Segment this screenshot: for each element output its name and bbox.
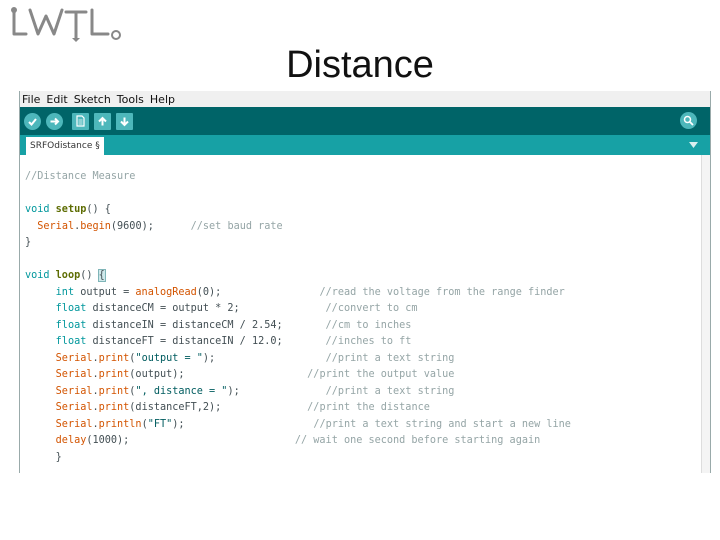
vertical-scrollbar[interactable] — [701, 155, 710, 473]
new-button[interactable] — [72, 112, 89, 130]
menu-edit[interactable]: Edit — [46, 93, 67, 106]
toolbar — [20, 107, 710, 135]
menu-bar: File Edit Sketch Tools Help — [20, 91, 710, 107]
code-line: Serial.begin(9600); //set baud rate — [37, 220, 283, 232]
open-button[interactable] — [94, 112, 111, 130]
tab-bar: SRFOdistance § — [20, 135, 710, 155]
code-line: } — [25, 451, 62, 463]
code-line: delay(1000); // wait one second before s… — [55, 435, 541, 446]
serial-monitor-icon — [683, 115, 694, 126]
menu-tools[interactable]: Tools — [117, 93, 144, 106]
lwtl-logo — [11, 7, 121, 42]
save-button[interactable] — [116, 112, 133, 130]
verify-button[interactable] — [24, 112, 41, 130]
text-cursor: { — [97, 269, 106, 282]
new-icon — [76, 115, 85, 127]
code-line: Serial.print(distanceFT,2); //print the … — [55, 402, 430, 413]
slide-title: Distance — [286, 44, 434, 86]
menu-help[interactable]: Help — [150, 93, 175, 106]
upload-icon — [50, 117, 60, 125]
code-line: float distanceCM = output * 2; //convert… — [55, 303, 418, 314]
upload-button[interactable] — [46, 112, 63, 130]
code-line: Serial.print(", distance = "); //print a… — [55, 385, 455, 397]
code-line: float distanceIN = distanceCM / 2.54; //… — [55, 319, 412, 331]
logo-dot — [11, 7, 17, 13]
code-line: void setup() { — [25, 204, 111, 215]
tab-sketch[interactable]: SRFOdistance § — [26, 137, 104, 155]
code-line: int output = analogRead(0); //read the v… — [55, 286, 565, 298]
tab-menu-button[interactable] — [687, 139, 700, 151]
code-line: float distanceFT = distanceIN / 12.0; //… — [55, 336, 412, 347]
code-text: //Distance Measure void setup() { Serial… — [25, 169, 571, 466]
tab-menu-icon — [689, 142, 698, 148]
save-icon — [120, 117, 129, 126]
serial-monitor-button[interactable] — [680, 112, 697, 129]
open-icon — [98, 116, 107, 125]
menu-sketch[interactable]: Sketch — [74, 93, 111, 106]
menu-file[interactable]: File — [22, 93, 40, 106]
code-line: Serial.print("output = "); //print a tex… — [55, 352, 455, 364]
code-line: //Distance Measure — [25, 171, 136, 182]
code-editor[interactable]: //Distance Measure void setup() { Serial… — [20, 155, 710, 473]
verify-icon — [28, 117, 37, 126]
arduino-ide-window: File Edit Sketch Tools Help SRFOdistance… — [19, 91, 711, 473]
code-line: Serial.println("FT"); //print a text str… — [55, 418, 571, 430]
code-line: } — [25, 237, 32, 248]
code-line: void loop() { — [25, 269, 106, 282]
code-line: Serial.print(output); //print the output… — [55, 369, 455, 380]
